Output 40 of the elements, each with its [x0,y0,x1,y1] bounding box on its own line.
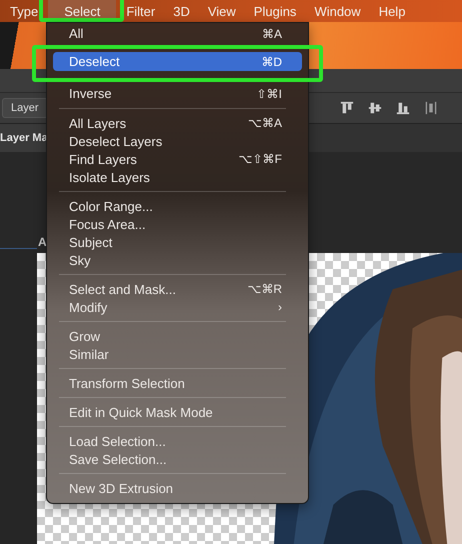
menu-item[interactable]: Focus Area... [53,215,302,233]
menu-item[interactable]: Sky [53,251,302,269]
align-middle-icon[interactable] [368,101,382,115]
menu-item[interactable]: All ⌘A [53,24,302,43]
menu-item[interactable]: Subject [53,233,302,251]
menu-bar-item[interactable]: Filter [118,0,164,22]
menu-item[interactable]: New 3D Extrusion [53,479,302,497]
menu-bar-item[interactable]: Plugins [246,0,304,22]
menu-item[interactable]: Find Layers ⌥⇧⌘F [53,150,302,168]
menu-item[interactable]: Deselect ⌘D [53,52,302,71]
shortcut-label: ⌘A [262,26,282,40]
shortcut-label: ⌥⌘A [248,116,282,130]
shortcut-label: ⌘D [261,54,282,68]
align-bottom-icon[interactable] [396,101,410,115]
distribute-icon[interactable] [424,101,438,115]
menu-item[interactable]: All Layers ⌥⌘A [53,114,302,132]
menu-item[interactable]: Load Selection... [53,432,302,450]
menu-item[interactable]: Similar [53,345,302,363]
menu-bar-item[interactable]: 3D [165,0,198,22]
canvas-label: A [38,235,47,249]
menu-bar-item[interactable]: Window [306,0,369,22]
menu-item[interactable]: Inverse ⇧⌘I [53,84,302,103]
submenu-arrow: › [278,300,282,314]
menu-item[interactable]: Edit in Quick Mask Mode [53,403,302,421]
menu-item[interactable]: Color Range... [53,197,302,215]
menu-item[interactable]: Isolate Layers [53,168,302,186]
menu-item[interactable]: Select and Mask... ⌥⌘R [53,280,302,298]
layer-dropdown[interactable]: Layer [2,98,48,118]
menu-item[interactable]: Transform Selection [53,374,302,392]
menu-bar-item[interactable]: Type [2,0,46,22]
menu-item[interactable]: Deselect Layers [53,132,302,150]
shortcut-label: ⇧⌘I [256,86,282,100]
menu-bar-item[interactable]: View [200,0,244,22]
menu-item[interactable]: Grow [53,327,302,345]
align-top-icon[interactable] [340,101,354,115]
menu-bar-item[interactable]: Help [370,0,414,22]
shortcut-label: ⌥⌘R [247,282,282,296]
shortcut-label: ⌥⇧⌘F [238,152,282,166]
menu-item[interactable]: Save Selection... [53,450,302,468]
menu-item[interactable]: Modify › [53,298,302,316]
